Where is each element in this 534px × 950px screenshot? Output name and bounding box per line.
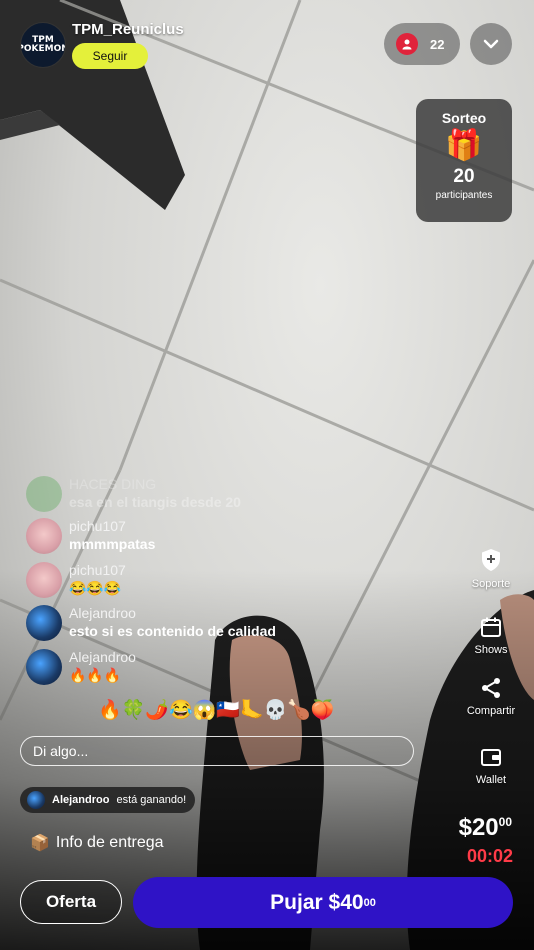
winner-text: está ganando! — [116, 794, 187, 806]
chevron-down-icon — [483, 39, 499, 49]
chat-message: pichu107 😂😂😂 — [26, 562, 126, 598]
chat-username: pichu107 — [69, 562, 126, 578]
chat-message: Alejandroo esto si es contenido de calid… — [26, 605, 276, 641]
auction-timer: 00:02 — [466, 846, 513, 866]
raffle-card[interactable]: Sorteo 🎁 20 participantes — [416, 99, 512, 222]
delivery-info-label: Info de entrega — [55, 834, 164, 851]
shows-label: Shows — [474, 644, 508, 656]
user-icon — [396, 33, 418, 55]
chat-username: Alejandroo — [69, 649, 136, 665]
chat-avatar — [26, 518, 62, 554]
chat-avatar — [26, 649, 62, 685]
raffle-participants-label: participantes — [435, 190, 493, 201]
winner-avatar — [27, 791, 45, 809]
viewer-count-badge[interactable]: 22 — [384, 23, 460, 65]
share-icon — [482, 678, 500, 698]
support-button[interactable]: Soporte — [458, 548, 524, 590]
collapse-button[interactable] — [470, 23, 512, 65]
chat-text: esa en el tiangis desde 20 — [69, 494, 241, 510]
chat-message: Alejandroo 🔥🔥🔥 — [26, 649, 136, 685]
raffle-title: Sorteo — [441, 110, 487, 126]
support-label: Soporte — [471, 578, 511, 590]
current-price: $2000 — [459, 814, 512, 842]
host-name[interactable]: TPM_Reuniclus — [72, 21, 184, 38]
chat-username: HACES DING — [69, 476, 157, 492]
quick-reaction-bar[interactable]: 🔥🍀🌶️😂😱🇨🇱🦶💀🍗🍑 — [98, 698, 335, 722]
bid-button[interactable]: Pujar $40 00 — [133, 877, 513, 928]
chat-input[interactable] — [20, 736, 414, 766]
chat-username: pichu107 — [69, 518, 126, 534]
wallet-button[interactable]: Wallet — [458, 746, 524, 786]
bid-button-cents: 00 — [363, 896, 376, 909]
chat-text: esto si es contenido de calidad — [69, 623, 276, 639]
current-price-cents: 00 — [498, 815, 512, 829]
chat-avatar — [26, 476, 62, 512]
host-avatar-text: TPM POKEMON — [21, 35, 66, 54]
raffle-participant-count: 20 — [453, 166, 475, 187]
wallet-icon — [481, 749, 501, 766]
viewer-count: 22 — [430, 36, 445, 52]
chat-avatar — [26, 605, 62, 641]
winning-bidder-badge: Alejandroo está ganando! — [20, 787, 196, 813]
chat-username: Alejandroo — [69, 605, 136, 621]
calendar-icon — [481, 617, 501, 637]
offer-button[interactable]: Oferta — [20, 880, 122, 924]
follow-button[interactable]: Seguir — [72, 43, 148, 69]
chat-text: 😂😂😂 — [69, 580, 122, 596]
share-label: Compartir — [466, 705, 516, 717]
shield-plus-icon — [482, 549, 500, 571]
chat-message: HACES DING esa en el tiangis desde 20 — [26, 476, 241, 512]
current-price-main: $20 — [458, 814, 499, 841]
chat-avatar — [26, 562, 62, 598]
share-button[interactable]: Compartir — [458, 677, 524, 717]
host-avatar[interactable]: TPM POKEMON — [20, 22, 66, 68]
bid-button-label: Pujar $40 — [270, 890, 364, 914]
chat-text: 🔥🔥🔥 — [69, 667, 122, 683]
chat-text: mmmmpatas — [69, 536, 156, 552]
chat-message: pichu107 mmmmpatas — [26, 518, 155, 554]
winner-username: Alejandroo — [52, 794, 110, 806]
shows-button[interactable]: Shows — [458, 616, 524, 656]
gift-icon: 🎁 — [445, 129, 483, 162]
wallet-label: Wallet — [475, 774, 507, 786]
delivery-info-link[interactable]: 📦 Info de entrega — [30, 833, 164, 853]
package-icon: 📦 — [30, 835, 50, 852]
